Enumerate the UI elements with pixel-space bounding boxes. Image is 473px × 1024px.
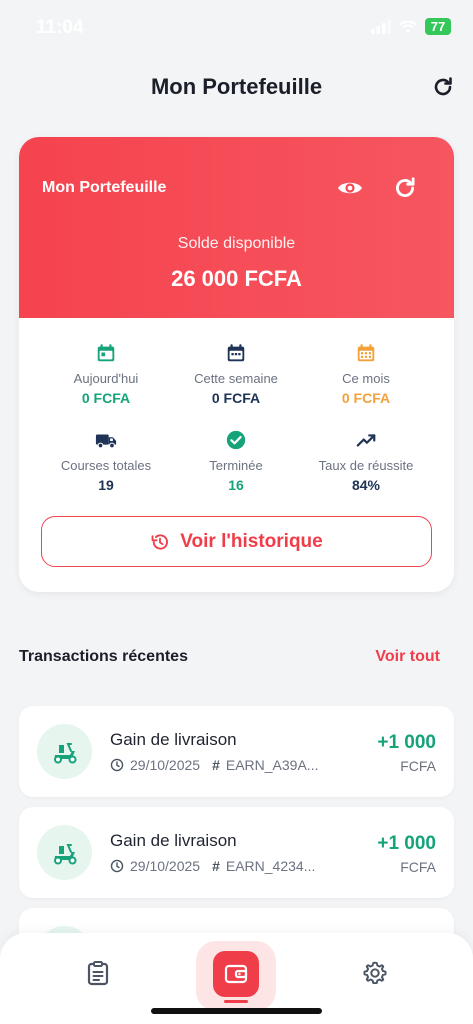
stat-label: Terminée	[209, 458, 263, 473]
eye-icon	[338, 182, 362, 194]
calendar-month-icon	[357, 344, 375, 362]
transactions-title: Transactions récentes	[19, 648, 188, 665]
view-history-button[interactable]: Voir l'historique	[41, 516, 432, 567]
transaction-date: 29/10/2025	[130, 757, 201, 773]
stat-success-rate: Taux de réussite 84%	[296, 429, 436, 493]
nav-orders[interactable]	[78, 953, 118, 993]
stat-value: 84%	[351, 477, 381, 493]
transaction-item[interactable]: Gain de livraison 29/10/2025 # EARN_4234…	[19, 807, 454, 898]
stat-label: Courses totales	[60, 458, 152, 473]
status-time: 11:04	[36, 17, 84, 38]
calendar-today-icon	[97, 344, 115, 362]
refresh-icon	[396, 177, 415, 197]
transaction-title: Gain de livraison	[110, 730, 237, 749]
wallet-card: Mon Portefeuille Solde disponible 26 000…	[19, 137, 454, 592]
transaction-meta: 29/10/2025 # EARN_A39A...	[110, 757, 318, 773]
trending-up-icon	[356, 434, 376, 447]
stat-value: 0 FCFA	[341, 390, 391, 406]
nav-wallet[interactable]	[213, 951, 259, 997]
check-circle-icon	[226, 430, 246, 450]
view-history-label: Voir l'historique	[180, 530, 323, 552]
stat-value: 16	[228, 477, 244, 493]
refresh-button[interactable]	[431, 75, 455, 99]
truck-icon	[95, 434, 117, 449]
transaction-currency: FCFA	[400, 859, 436, 875]
transaction-amount: +1 000	[377, 732, 436, 753]
wifi-icon	[399, 20, 417, 33]
transaction-meta: 29/10/2025 # EARN_4234...	[110, 858, 315, 874]
refresh-icon	[434, 77, 452, 96]
transaction-reference: EARN_A39A...	[225, 757, 319, 773]
status-icons: 77	[371, 18, 451, 35]
scooter-icon	[53, 742, 76, 763]
scooter-icon	[53, 843, 76, 864]
stat-label: Aujourd'hui	[73, 371, 139, 386]
transaction-avatar	[37, 825, 92, 880]
orders-icon	[87, 961, 109, 986]
clock-icon	[110, 758, 124, 772]
transaction-item[interactable]: Gain de livraison 29/10/2025 # EARN_A39A…	[19, 706, 454, 797]
stat-month: Ce mois 0 FCFA	[296, 342, 436, 406]
balance-panel: Mon Portefeuille Solde disponible 26 000…	[19, 137, 454, 318]
stat-value: 0 FCFA	[211, 390, 261, 406]
stat-label: Cette semaine	[194, 371, 278, 386]
wallet-refresh-button[interactable]	[392, 175, 418, 201]
stat-today: Aujourd'hui 0 FCFA	[36, 342, 176, 406]
page-title: Mon Portefeuille	[150, 74, 323, 99]
hash-icon: #	[212, 858, 220, 874]
stat-value: 0 FCFA	[81, 390, 131, 406]
battery-level: 77	[425, 18, 451, 35]
balance-value: 26 000 FCFA	[171, 266, 302, 291]
home-indicator	[151, 1008, 322, 1014]
history-icon	[151, 533, 169, 550]
signal-icon	[371, 19, 391, 34]
stat-label: Taux de réussite	[318, 458, 414, 473]
wallet-icon	[224, 964, 248, 984]
stat-total-rides: Courses totales 19	[36, 429, 176, 493]
stat-week: Cette semaine 0 FCFA	[166, 342, 306, 406]
transaction-reference: EARN_4234...	[225, 858, 316, 874]
clock-icon	[110, 859, 124, 873]
transaction-amount: +1 000	[377, 833, 436, 854]
stat-label: Ce mois	[342, 371, 390, 386]
balance-label: Solde disponible	[177, 235, 296, 252]
calendar-week-icon	[227, 344, 245, 362]
see-all-link[interactable]: Voir tout	[375, 648, 440, 666]
transaction-date: 29/10/2025	[130, 858, 201, 874]
status-bar: 11:04 77	[0, 0, 473, 56]
nav-active-indicator	[224, 1000, 248, 1003]
toggle-balance-visibility-button[interactable]	[336, 177, 364, 199]
hash-icon: #	[212, 757, 220, 773]
transaction-title: Gain de livraison	[110, 831, 237, 850]
stat-value: 19	[98, 477, 114, 493]
wallet-name: Mon Portefeuille	[42, 179, 167, 196]
nav-settings[interactable]	[355, 953, 395, 993]
stat-completed: Terminée 16	[166, 429, 306, 493]
settings-icon	[363, 961, 387, 985]
transaction-avatar	[37, 724, 92, 779]
transaction-currency: FCFA	[400, 758, 436, 774]
